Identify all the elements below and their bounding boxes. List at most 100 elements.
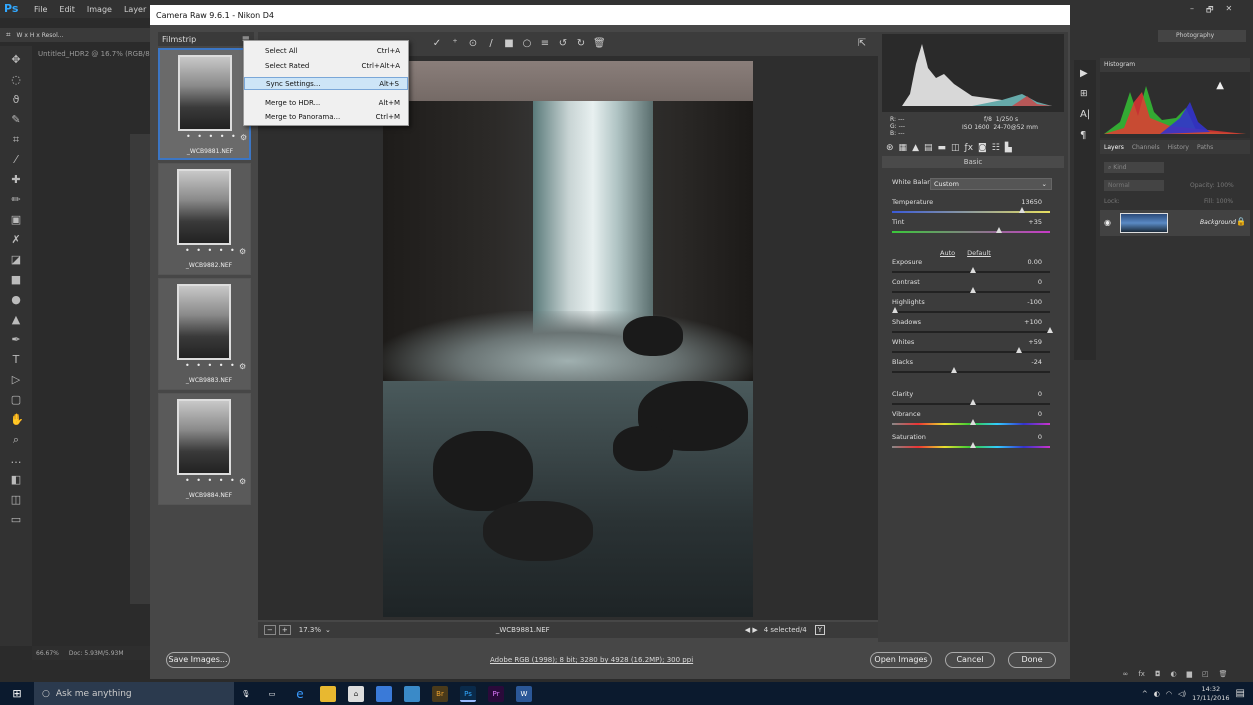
waterfall-preview-image[interactable] (383, 61, 753, 617)
dodge-tool-icon[interactable]: ▲ (10, 314, 22, 326)
white-balance-select[interactable]: Custom ⌄ (930, 178, 1052, 190)
graduated-filter-icon[interactable]: ■ (503, 38, 515, 50)
photoshop-taskbar-icon[interactable]: Ps (460, 685, 476, 702)
new-layer-icon[interactable]: ◰ (1202, 670, 1209, 682)
link-icon[interactable]: ∞ (1122, 670, 1128, 682)
premiere-icon[interactable]: Pr (488, 685, 504, 702)
hand-tool-icon[interactable]: ✋ (10, 414, 24, 426)
paragraph-icon[interactable]: ¶ (1080, 130, 1090, 141)
snapshots-tab-icon[interactable]: ▙ (1005, 143, 1012, 153)
menu-file[interactable]: File (28, 5, 53, 14)
play-icon[interactable]: ▶ (1080, 68, 1090, 79)
slider-saturation[interactable]: Saturation 0 (892, 433, 1052, 453)
healing-tool-icon[interactable]: ✚ (10, 174, 22, 186)
menu-select-all[interactable]: Select All Ctrl+A (244, 44, 408, 57)
camera-calibration-tab-icon[interactable]: ◙ (978, 143, 987, 153)
lasso-tool-icon[interactable]: ϑ (10, 94, 22, 106)
menu-image[interactable]: Image (81, 5, 118, 14)
minimize-icon[interactable]: – (1190, 4, 1194, 14)
default-link[interactable]: Default (967, 249, 991, 257)
channels-tab[interactable]: Channels (1132, 144, 1160, 151)
word-icon[interactable]: W (516, 685, 532, 702)
menu-sync-settings[interactable]: Sync Settings... Alt+S (244, 77, 408, 90)
split-tone-tab-icon[interactable]: ▬ (938, 143, 947, 153)
slider-whites[interactable]: Whites +59 (892, 338, 1052, 358)
crop-ratio-select[interactable]: W x H x Resol... (17, 32, 64, 39)
filmstrip-thumb-3[interactable]: • • • • • ⚙ _WCB9883.NEF (158, 278, 251, 390)
slider-value[interactable]: -24 (1031, 358, 1042, 366)
crop-tool-icon[interactable]: ⌗ (6, 30, 11, 40)
slider-clarity[interactable]: Clarity 0 (892, 390, 1052, 410)
thumb-rating[interactable]: • • • • • (186, 132, 238, 141)
color-swatches-icon[interactable]: ◧ (10, 474, 22, 486)
windows-start-icon[interactable]: ⊞ (0, 682, 34, 705)
slider-handle[interactable] (969, 399, 976, 405)
histogram-tab[interactable]: Histogram (1100, 58, 1250, 72)
crop-tool-icon[interactable]: ⌗ (10, 134, 22, 146)
slider-value[interactable]: +59 (1028, 338, 1042, 346)
zoom-tool-icon[interactable]: ⌕ (10, 434, 22, 446)
restore-icon[interactable]: 🗗 (1206, 4, 1214, 14)
mask-icon[interactable]: ◘ (1155, 670, 1161, 682)
zoom-readout[interactable]: 66.67% (36, 650, 59, 657)
layer-row[interactable]: ◉ Background 🔒 (1100, 210, 1250, 236)
red-eye-icon[interactable]: ⊙ (467, 38, 479, 50)
history-brush-icon[interactable]: ✗ (10, 234, 22, 246)
menu-select-rated[interactable]: Select Rated Ctrl+Alt+A (244, 59, 408, 72)
slider-handle[interactable] (969, 267, 976, 273)
fx-icon[interactable]: fx (1138, 670, 1145, 682)
slider-value[interactable]: -100 (1027, 298, 1042, 306)
slider-track[interactable] (892, 231, 1050, 233)
radial-filter-icon[interactable]: ○ (521, 38, 533, 50)
eyedropper-tool-icon[interactable]: ⁄ (10, 154, 22, 166)
cortana-search[interactable]: ○ Ask me anything (34, 682, 234, 705)
slider-track[interactable] (892, 311, 1050, 313)
slider-value[interactable]: 0 (1038, 410, 1042, 418)
slider-handle[interactable] (969, 442, 976, 448)
shield-icon[interactable] (376, 685, 392, 702)
slider-blacks[interactable]: Blacks -24 (892, 358, 1052, 378)
basic-tab-icon[interactable]: ⊛ (886, 143, 894, 153)
filmstrip-thumb-4[interactable]: • • • • • ⚙ _WCB9884.NEF (158, 393, 251, 505)
network-icon[interactable]: ◐ (1154, 690, 1160, 698)
menu-merge-panorama[interactable]: Merge to Panorama... Ctrl+M (244, 110, 408, 123)
photos-icon[interactable] (404, 685, 420, 702)
slider-value[interactable]: 0 (1038, 433, 1042, 441)
slider-track[interactable] (892, 371, 1050, 373)
menu-edit[interactable]: Edit (53, 5, 81, 14)
workspace-select[interactable]: Photography (1158, 30, 1246, 42)
clock[interactable]: 14:32 17/11/2016 (1192, 685, 1229, 703)
thumb-rating[interactable]: • • • • • (185, 361, 237, 370)
file-explorer-icon[interactable] (320, 685, 336, 702)
screen-mode-icon[interactable]: ▭ (10, 514, 22, 526)
adjustment-brush-icon[interactable]: ✓ (431, 38, 443, 50)
path-select-icon[interactable]: ▷ (10, 374, 22, 386)
task-view-icon[interactable]: ▭ (264, 686, 280, 702)
menu-layer[interactable]: Layer (118, 5, 152, 14)
mic-icon[interactable]: 🎙 (240, 686, 252, 702)
slider-track[interactable] (892, 351, 1050, 353)
save-images-button[interactable]: Save Images... (166, 652, 230, 668)
zoom-out-icon[interactable]: − (264, 625, 276, 635)
zoom-level[interactable]: 17.3% (299, 626, 321, 634)
prev-next-icon[interactable]: ◀ ▶ (745, 626, 758, 634)
spot-removal-icon[interactable]: ⁺ (449, 38, 461, 50)
fx-tab-icon[interactable]: ƒx (965, 143, 974, 153)
slider-value[interactable]: +35 (1028, 218, 1042, 226)
delete-layer-icon[interactable]: 🗑 (1219, 670, 1228, 682)
document-tab[interactable]: Untitled_HDR2 @ 16.7% (RGB/8) (38, 50, 150, 64)
stamp-tool-icon[interactable]: ▣ (10, 214, 22, 226)
blend-mode-select[interactable]: Normal (1104, 180, 1164, 191)
quick-mask-icon[interactable]: ◫ (10, 494, 22, 506)
rotate-right-icon[interactable]: ↻ (575, 38, 587, 50)
open-images-button[interactable]: Open Images (870, 652, 932, 668)
workflow-options-link[interactable]: Adobe RGB (1998); 8 bit; 3280 by 4928 (1… (490, 656, 693, 664)
more-tools-icon[interactable]: … (10, 454, 22, 466)
edge-icon[interactable]: e (292, 686, 308, 702)
hsl-tab-icon[interactable]: ▤ (924, 143, 933, 153)
brush-icon[interactable]: / (485, 38, 497, 50)
auto-link[interactable]: Auto (940, 249, 955, 257)
quick-select-tool-icon[interactable]: ✎ (10, 114, 22, 126)
tray-chevron-icon[interactable]: ^ (1142, 690, 1148, 698)
action-center-icon[interactable]: ▤ (1236, 688, 1245, 699)
